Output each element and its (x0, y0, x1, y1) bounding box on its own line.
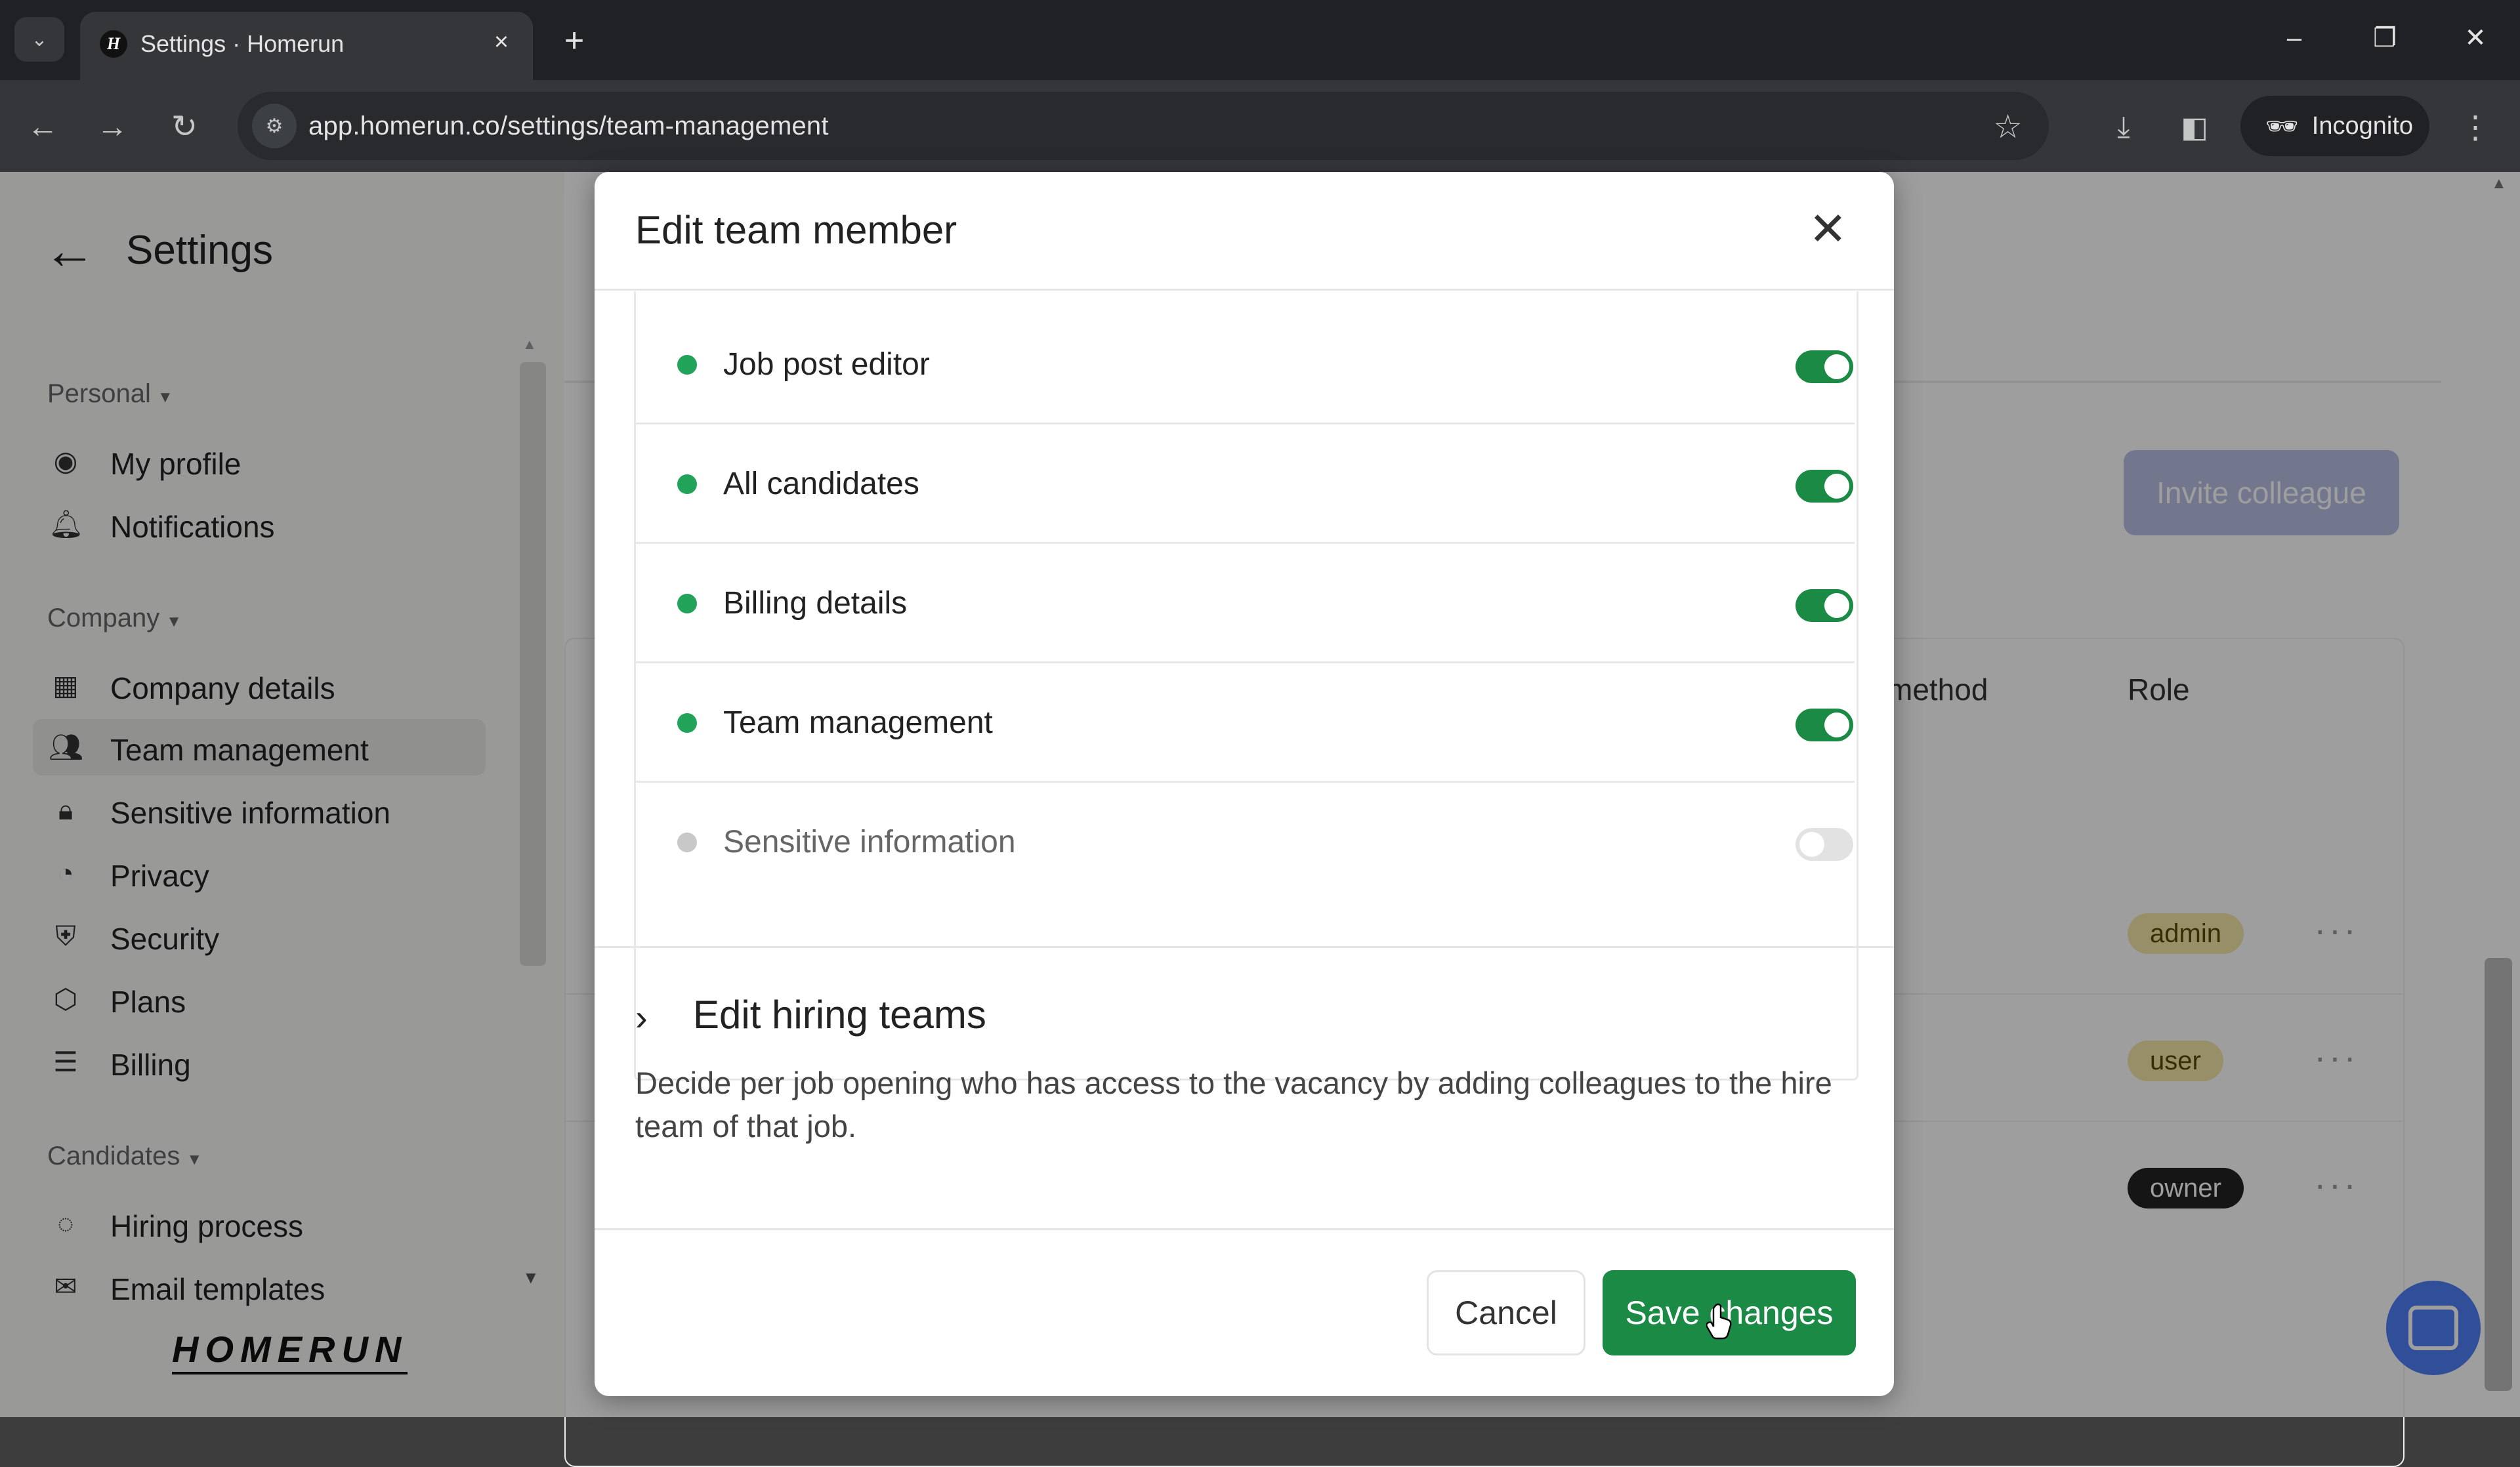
tab-close-icon[interactable]: × (486, 26, 517, 58)
address-bar[interactable]: ⚙ app.homerun.co/settings/team-managemen… (238, 92, 2049, 160)
modal-header-divider (595, 289, 1894, 291)
download-icon[interactable]: ⤓ (2103, 106, 2145, 148)
edit-team-member-modal: Edit team member ✕ Job post editor All ca… (595, 172, 1894, 1396)
status-dot-icon (677, 833, 697, 852)
permission-row: All candidates (634, 423, 1855, 544)
section-divider (595, 946, 1894, 948)
permission-row: Billing details (634, 542, 1855, 663)
toggle-knob (1824, 713, 1849, 737)
permission-label: Team management (723, 705, 993, 740)
incognito-icon: 🕶 (2265, 112, 2299, 141)
permission-row: Team management (634, 661, 1855, 783)
status-dot-icon (677, 713, 697, 733)
permission-label: Job post editor (723, 347, 930, 382)
incognito-label: Incognito (2311, 112, 2414, 140)
homerun-favicon-icon: H (100, 30, 127, 58)
browser-tab-bar: ⌄ H Settings · Homerun × + – ❐ ✕ (0, 0, 2520, 80)
minimize-icon[interactable]: – (2261, 12, 2327, 64)
modal-footer-divider (595, 1228, 1894, 1230)
permission-row: Sensitive information (634, 781, 1855, 900)
permission-toggle[interactable] (1796, 709, 1853, 741)
tab-search-button[interactable]: ⌄ (14, 17, 64, 62)
status-dot-icon (677, 355, 697, 375)
permission-label: Sensitive information (723, 825, 1016, 859)
back-arrow-icon[interactable]: ← (20, 104, 66, 150)
browser-toolbar: ← → ↻ ⚙ app.homerun.co/settings/team-man… (0, 80, 2520, 172)
close-icon[interactable]: ✕ (1809, 206, 1847, 252)
edit-hiring-teams-toggle[interactable]: Edit hiring teams (693, 992, 986, 1037)
permission-toggle[interactable] (1796, 470, 1853, 503)
toggle-knob (1824, 354, 1849, 379)
tab-title: Settings · Homerun (140, 30, 345, 57)
url-text[interactable]: app.homerun.co/settings/team-management (308, 112, 829, 141)
permission-label: Billing details (723, 586, 908, 621)
permission-toggle[interactable] (1796, 589, 1853, 622)
forward-arrow-icon[interactable]: → (89, 104, 135, 150)
hiring-teams-description: Decide per job opening who has access to… (635, 1065, 1832, 1144)
restore-icon[interactable]: ❐ (2352, 12, 2418, 64)
site-info-icon[interactable]: ⚙ (252, 104, 297, 148)
permission-label: All candidates (723, 466, 919, 501)
status-dot-icon (677, 594, 697, 613)
chevron-right-icon[interactable]: › (635, 996, 648, 1039)
reload-icon[interactable]: ↻ (161, 104, 207, 150)
hand-cursor-icon (1706, 1303, 1732, 1340)
permission-toggle[interactable] (1796, 828, 1853, 861)
modal-title: Edit team member (635, 208, 957, 252)
cancel-button[interactable]: Cancel (1427, 1270, 1586, 1355)
toggle-knob (1824, 474, 1849, 499)
chevron-down-icon: ⌄ (31, 28, 48, 51)
side-panel-icon[interactable]: ◧ (2174, 106, 2216, 148)
toggle-knob (1799, 832, 1824, 857)
browser-menu-icon[interactable]: ⋮ (2454, 106, 2496, 148)
permission-row: Job post editor (634, 303, 1855, 424)
toggle-knob (1824, 593, 1849, 618)
new-tab-plus-icon[interactable]: + (551, 20, 597, 62)
browser-tab[interactable]: H Settings · Homerun × (80, 12, 533, 80)
bookmark-star-icon[interactable]: ☆ (1993, 108, 2023, 146)
permission-toggle[interactable] (1796, 350, 1853, 383)
window-close-icon[interactable]: ✕ (2443, 12, 2508, 64)
status-dot-icon (677, 474, 697, 494)
incognito-badge[interactable]: 🕶 Incognito (2240, 96, 2429, 156)
